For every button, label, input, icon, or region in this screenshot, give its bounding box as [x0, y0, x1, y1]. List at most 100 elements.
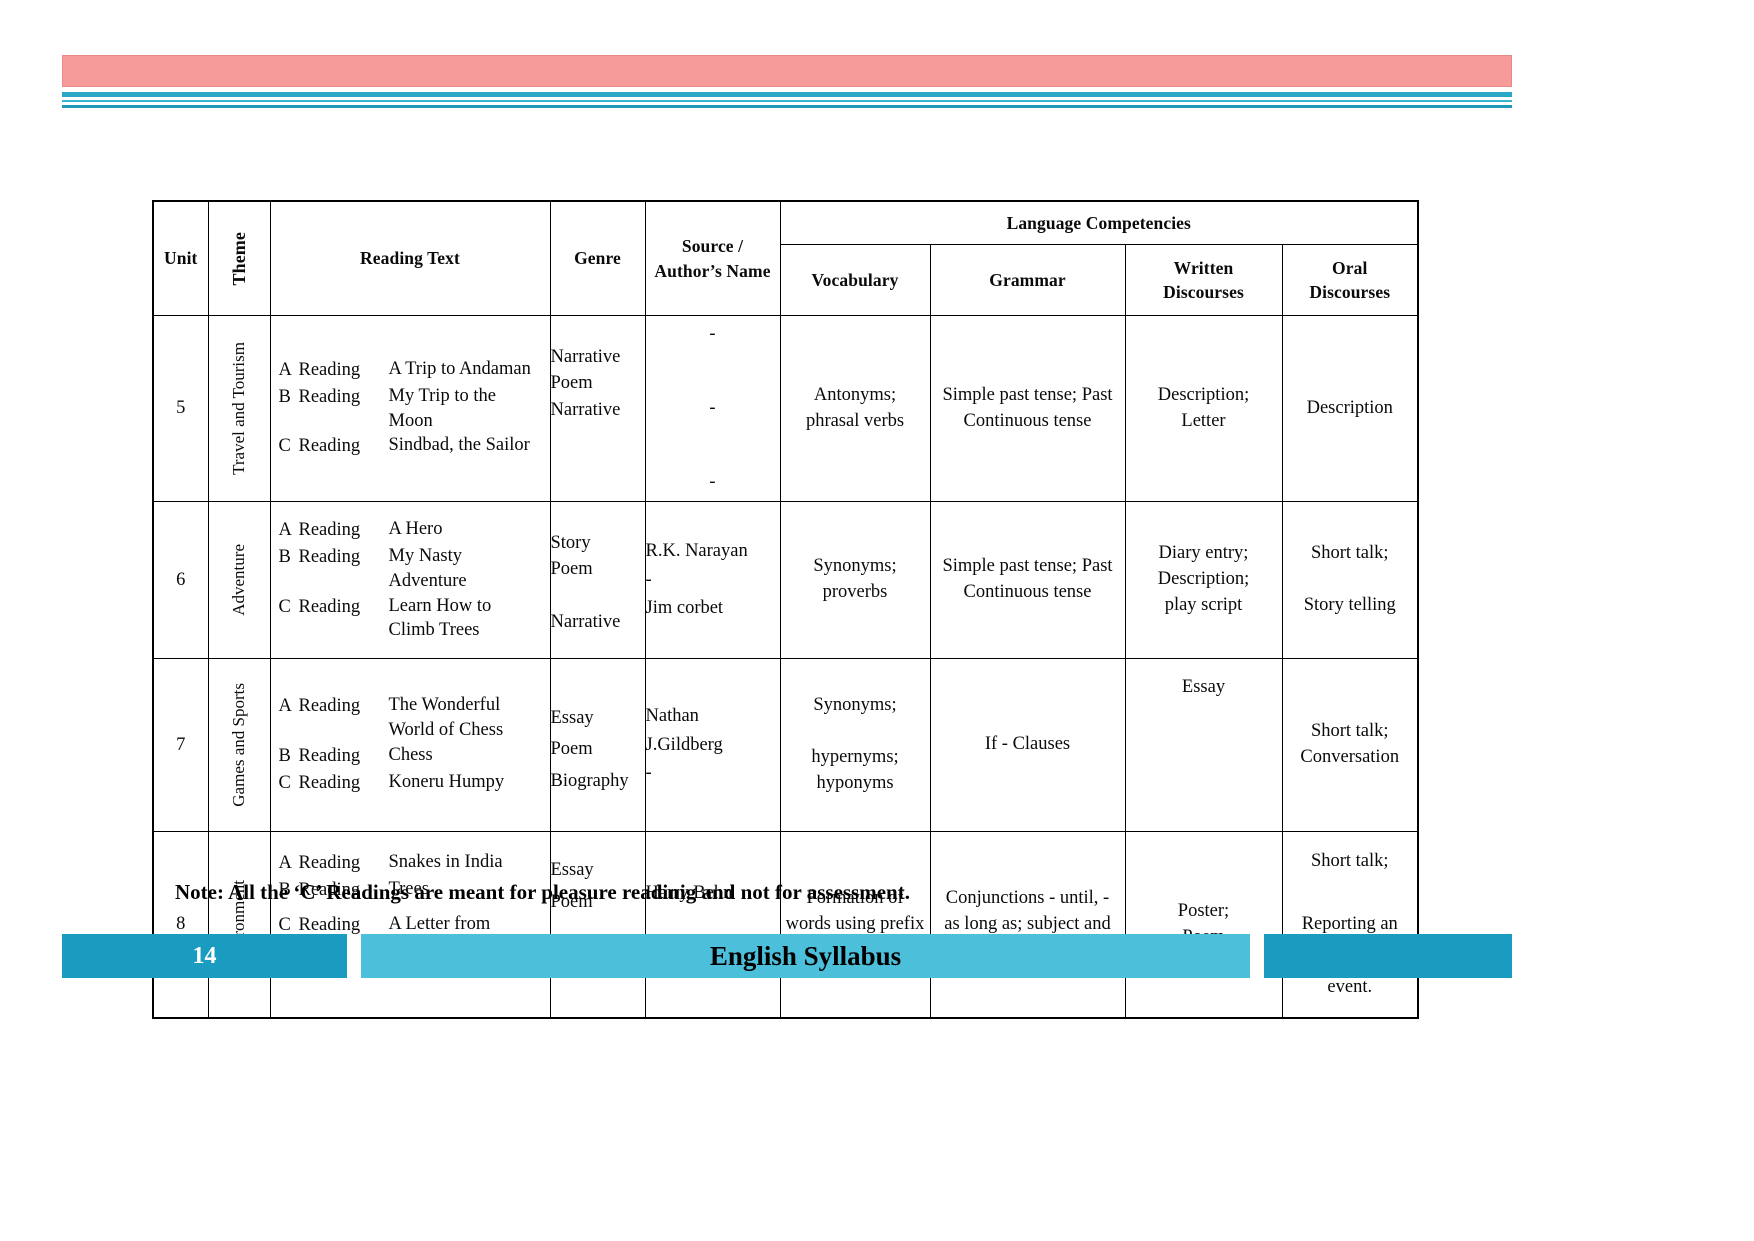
footer-end-block	[1264, 934, 1512, 978]
cell-theme-label: Games and Sports	[229, 683, 249, 807]
table-row: 8 Environment A Reading Snakes in India B…	[152, 831, 1419, 1019]
reading-item: A Reading The Wonderful World of Chess	[279, 693, 544, 743]
cell-source: Nathan J.Gildberg -	[644, 658, 781, 832]
cell-written-discourses: Essay	[1124, 658, 1283, 832]
table-row: 7 Games and Sports A Reading The Wonderfu…	[152, 658, 1419, 832]
cell-theme-label: Adventure	[229, 544, 249, 616]
header-source-author: Source / Author’s Name	[644, 200, 781, 316]
cell-unit: 8	[152, 831, 209, 1019]
reading-item: C Reading Koneru Humpy	[279, 770, 544, 797]
cell-source: R.K. Narayan - Jim corbet	[644, 501, 781, 659]
reading-title: A Hero	[388, 518, 443, 539]
cell-genre: Narrative Poem Narrative	[549, 315, 646, 502]
cell-grammar: Conjunctions - until, - as long as; subj…	[929, 831, 1126, 1019]
reading-item: B Reading My Nasty Adventure	[279, 544, 544, 594]
reading-title: Chess	[388, 744, 433, 765]
header-reading-text: Reading Text	[269, 200, 551, 316]
cell-oral-discourses: Description	[1281, 315, 1419, 502]
cell-theme: Environment	[207, 831, 271, 1019]
header-theme: Theme	[207, 200, 271, 316]
header-vocabulary: Vocabulary	[779, 244, 931, 316]
table-row: 5 Travel and Tourism A Reading A Trip to …	[152, 315, 1419, 502]
cell-unit: 5	[152, 315, 209, 502]
cell-genre: Essay Poem Biography	[549, 658, 646, 832]
cell-unit: 7	[152, 658, 209, 832]
reading-label: C Reading	[278, 596, 361, 617]
cell-oral-discourses: Short talk; Conversation	[1281, 658, 1419, 832]
cell-written-discourses: Description; Letter	[1124, 315, 1283, 502]
reading-label: B Reading	[278, 745, 361, 766]
syllabus-table-body: 5 Travel and Tourism A Reading A Trip to …	[152, 315, 1419, 1019]
reading-item: A Reading A Hero	[279, 517, 544, 544]
reading-title: My Nasty Adventure	[388, 545, 467, 591]
cell-oral-discourses: Short talk; Reporting an event.	[1281, 831, 1419, 1019]
cell-reading-text: A Reading A Trip to Andaman B Reading My T…	[269, 315, 551, 502]
cell-source: - - -	[644, 315, 781, 502]
header-teal-bar-thick	[62, 92, 1512, 97]
header-written-discourses: Written Discourses	[1124, 244, 1283, 316]
reading-title: A Trip to Andaman	[388, 358, 531, 379]
header-language-competencies: Language Competencies	[779, 200, 1419, 245]
cell-vocabulary: Formation of words using prefix and suff…	[779, 831, 931, 1019]
header-pink-bar	[62, 55, 1512, 87]
cell-oral-discourses: Short talk; Story telling	[1281, 501, 1419, 659]
reading-label: B Reading	[278, 546, 361, 567]
reading-label: A Reading	[278, 853, 361, 873]
cell-written-discourses: Diary entry; Description; play script	[1124, 501, 1283, 659]
header-grammar: Grammar	[929, 244, 1126, 316]
cell-theme-label: Travel and Tourism	[229, 342, 249, 475]
cell-genre: Essay Poem Letter	[549, 831, 646, 1019]
cell-unit: 6	[152, 501, 209, 659]
header-teal-bar-thin	[62, 100, 1512, 102]
footer-divider-right	[1250, 934, 1264, 978]
header-unit: Unit	[152, 200, 209, 316]
header-genre: Genre	[549, 200, 646, 316]
reading-title: Learn How to Climb Trees	[388, 595, 492, 641]
reading-list: A Reading A Trip to Andaman B Reading My T…	[271, 351, 550, 467]
reading-item: B Reading My Trip to the Moon	[279, 384, 544, 434]
assessment-note: Note: All the ‘C’ Readings are meant for…	[175, 880, 910, 904]
reading-item: B Reading Chess	[279, 743, 544, 770]
reading-label: A Reading	[278, 359, 361, 380]
cell-written-discourses: Poster; Poem	[1124, 831, 1283, 1019]
cell-reading-text: A Reading A Hero B Reading My Nasty Advent…	[269, 501, 551, 659]
page-footer: 14 English Syllabus	[62, 934, 1512, 978]
cell-vocabulary: Antonyms; phrasal verbs	[779, 315, 931, 502]
footer-page-number: 14	[62, 934, 347, 978]
header-teal-bar-thin-2	[62, 105, 1512, 108]
cell-vocabulary: Synonyms; proverbs	[779, 501, 931, 659]
table-header-row-1: Unit Theme Reading Text Genre Source / A…	[152, 200, 1419, 316]
reading-title: My Trip to the Moon	[388, 385, 496, 431]
cell-theme: Travel and Tourism	[207, 315, 271, 502]
cell-grammar: Simple past tense; Past Continuous tense	[929, 501, 1126, 659]
reading-item: C Reading Sindbad, the Sailor	[279, 433, 544, 460]
reading-label: C Reading	[278, 772, 361, 793]
reading-item: A Reading A Trip to Andaman	[279, 357, 544, 384]
cell-genre: Story Poem Narrative	[549, 501, 646, 659]
reading-item: A Reading Snakes in India	[279, 850, 544, 877]
cell-grammar: Simple past tense; Past Continuous tense	[929, 315, 1126, 502]
header-theme-label: Theme	[228, 231, 249, 286]
table-row: 6 Adventure A Reading A Hero B Reading My …	[152, 501, 1419, 659]
reading-title: Koneru Humpy	[388, 771, 505, 792]
reading-label: B Reading	[278, 386, 361, 407]
cell-vocabulary: Synonyms; hypernyms; hyponyms	[779, 658, 931, 832]
footer-divider	[347, 934, 361, 978]
page-header-decoration	[62, 55, 1512, 108]
cell-reading-text: A Reading The Wonderful World of Chess BR…	[269, 658, 551, 832]
reading-list: A Reading A Hero B Reading My Nasty Advent…	[271, 511, 550, 650]
reading-label: A Reading	[278, 519, 361, 540]
reading-list: A Reading The Wonderful World of Chess BR…	[271, 687, 550, 803]
cell-reading-text: A Reading Snakes in India B Reading Trees …	[269, 831, 551, 1019]
reading-title: Snakes in India	[388, 852, 503, 872]
cell-source: Harry Behn -	[644, 831, 781, 1019]
reading-title: Sindbad, the Sailor	[388, 435, 530, 456]
reading-item: C Reading Learn How to Climb Trees	[279, 594, 544, 644]
reading-label: C Reading	[278, 436, 361, 457]
footer-title: English Syllabus	[361, 934, 1250, 978]
cell-theme: Games and Sports	[207, 658, 271, 832]
reading-label: A Reading	[278, 696, 361, 717]
header-oral-discourses: Oral Discourses	[1281, 244, 1419, 316]
cell-theme: Adventure	[207, 501, 271, 659]
reading-title: The Wonderful World of Chess	[388, 695, 504, 740]
